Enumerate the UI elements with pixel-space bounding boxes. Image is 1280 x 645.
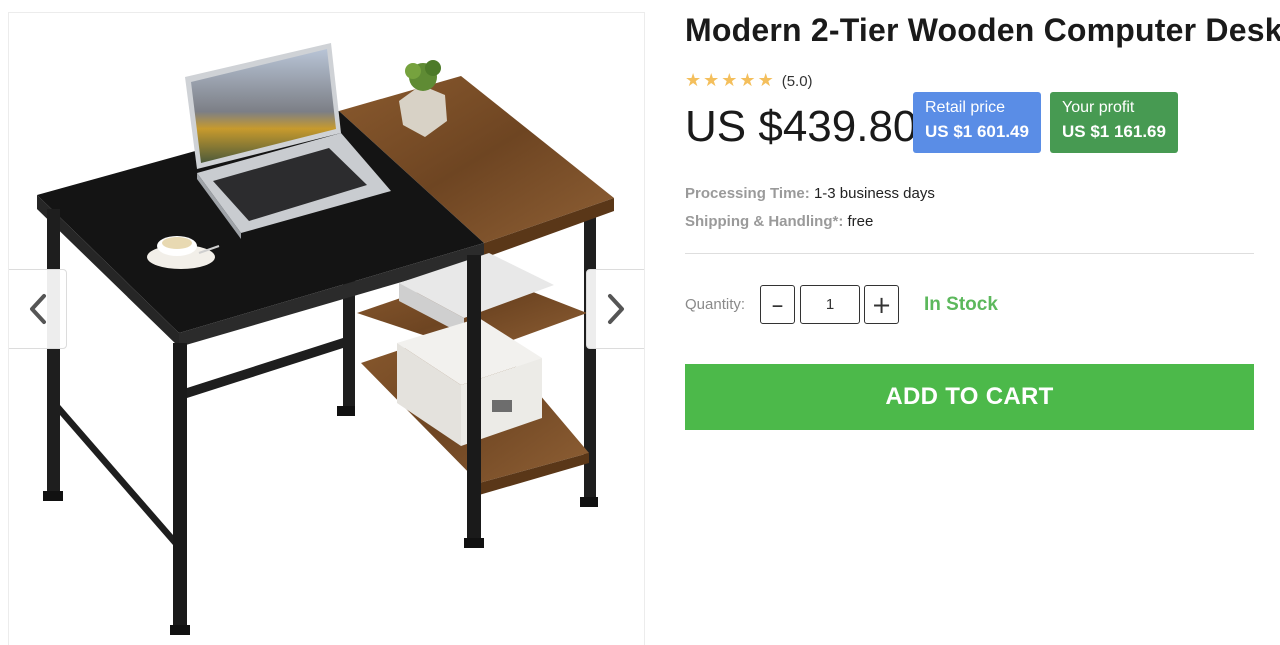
quantity-decrease-button[interactable]: – [760,285,795,324]
processing-time: Processing Time: 1-3 business days [685,185,935,202]
chevron-right-icon [607,294,624,324]
star-icon: ★ [685,70,702,91]
star-icon: ★ [757,70,774,91]
retail-price-value: US $1 601.49 [925,122,1029,141]
processing-time-value: 1-3 business days [813,185,935,202]
gallery-next-button[interactable] [586,269,644,349]
profit-label: Your profit [1062,99,1135,116]
shipping-handling: Shipping & Handling*: free [685,213,873,230]
product-image-gallery [8,12,645,645]
rating-stars: ★ ★ ★ ★ ★ [685,72,774,90]
star-icon: ★ [739,70,756,91]
star-icon: ★ [703,70,720,91]
gallery-prev-button[interactable] [9,269,67,349]
quantity-input[interactable] [800,285,860,324]
product-rating[interactable]: ★ ★ ★ ★ ★ (5.0) [685,72,813,90]
add-to-cart-button[interactable]: ADD TO CART [685,364,1254,430]
retail-price-label: Retail price [925,99,1006,116]
stock-status: In Stock [924,294,998,315]
rating-value: (5.0) [781,72,813,90]
quantity-increase-button[interactable]: + [864,285,899,324]
shipping-label: Shipping & Handling*: [685,213,844,230]
processing-time-label: Processing Time: [685,185,810,202]
section-divider [685,253,1254,254]
shipping-value: free [847,213,874,230]
profit-badge: Your profit US $1 161.69 [1050,92,1178,153]
retail-price-badge: Retail price US $1 601.49 [913,92,1041,153]
chevron-left-icon [29,294,46,324]
star-icon: ★ [721,70,738,91]
product-price: US $439.80 [685,102,918,151]
product-title: Modern 2-Tier Wooden Computer Desk [685,12,1280,48]
product-image [37,43,614,635]
profit-value: US $1 161.69 [1062,122,1166,141]
quantity-label: Quantity: [685,296,746,313]
